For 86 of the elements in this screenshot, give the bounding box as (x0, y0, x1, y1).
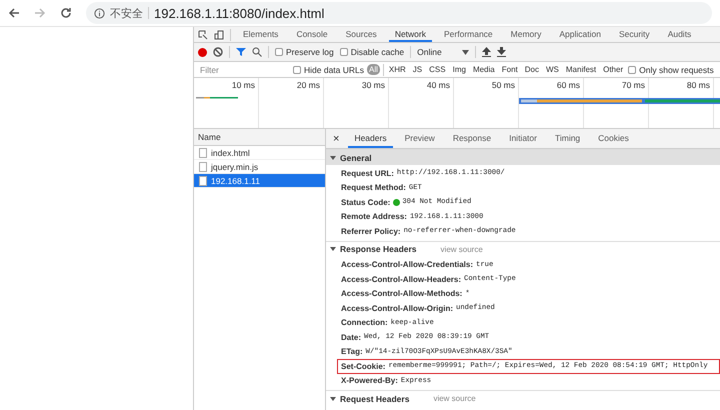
header-name: Access-Control-Allow-Methods: (341, 289, 462, 298)
header-name: Set-Cookie: (341, 362, 386, 371)
type-filter[interactable]: CSS (427, 64, 448, 75)
detail-tab[interactable]: Initiator (503, 129, 543, 148)
tick-label: 60 ms (556, 80, 580, 90)
devtools-tab[interactable]: Performance (438, 27, 499, 42)
header-name: Access-Control-Allow-Origin: (341, 304, 454, 313)
section-title: Response Headers (340, 244, 417, 254)
tick-label: 20 ms (296, 80, 320, 90)
detail-tab[interactable]: Cookies (592, 129, 635, 148)
view-source-link[interactable]: view source (433, 394, 476, 403)
detail-tab[interactable]: Response (446, 129, 498, 148)
tick-label: 80 ms (686, 80, 710, 90)
checkbox[interactable] (628, 66, 636, 74)
devtools-tab[interactable]: Audits (662, 27, 698, 42)
type-filter[interactable]: Media (470, 64, 497, 75)
header-name: Access-Control-Allow-Headers: (341, 274, 462, 284)
throttling-dropdown[interactable]: Online (417, 47, 442, 57)
devtools-tab[interactable]: Sources (340, 27, 383, 42)
header-name: Status Code: (341, 198, 390, 207)
close-button[interactable]: × (330, 132, 342, 144)
detail-tab[interactable]: Timing (548, 129, 586, 148)
filter-icon[interactable] (236, 47, 246, 57)
section-header[interactable]: General (326, 149, 720, 165)
caret-icon[interactable] (330, 247, 336, 251)
disable-cache-label: Disable cache (350, 47, 404, 57)
type-filter[interactable]: Font (500, 64, 520, 75)
view-source-link[interactable]: view source (440, 244, 483, 254)
tick-label: 50 ms (492, 80, 515, 90)
tick-label: 70 ms (622, 80, 645, 90)
hide-data-urls-label: Hide data URLs (304, 64, 364, 74)
type-filter[interactable]: Other (601, 64, 626, 75)
section-title: General (340, 152, 372, 162)
devtools-tab[interactable]: Application (553, 27, 607, 42)
header-name: Referrer Policy: (341, 226, 401, 236)
header-name: X-Powered-By: (341, 376, 398, 386)
devtools-tab[interactable]: Memory (504, 27, 548, 42)
header-name: Access-Control-Allow-Credentials: (341, 260, 474, 270)
detail-tab[interactable]: Preview (398, 129, 441, 148)
type-filter[interactable]: Manifest (564, 64, 598, 75)
address-bar[interactable]: 不安全 192.168.1.11:8080/index.html (86, 2, 712, 24)
tick-label: 10 ms (232, 80, 255, 90)
tick-label: 40 ms (426, 80, 450, 90)
clear-icon[interactable] (213, 47, 223, 57)
url-text: 192.168.1.11:8080/index.html (154, 6, 324, 20)
reload-icon[interactable] (60, 7, 72, 19)
name-column-header: Name (198, 132, 221, 142)
only-show-requests-label: Only show requests (639, 64, 714, 74)
caret-icon[interactable] (330, 156, 336, 160)
devtools-tab[interactable]: Elements (237, 27, 284, 42)
security-label: 不安全 (110, 6, 143, 20)
caret-icon[interactable] (462, 50, 469, 54)
section-title: Request Headers (340, 394, 410, 404)
type-filter[interactable]: JS (410, 64, 424, 75)
devtools-tab[interactable]: Console (290, 27, 334, 42)
devtools-tab[interactable]: Security (612, 27, 656, 42)
checkbox[interactable] (340, 48, 348, 56)
header-name: Remote Address: (341, 212, 407, 222)
type-filter[interactable]: XHR (386, 64, 408, 75)
filter-input[interactable]: Filter (198, 62, 290, 76)
request-row[interactable]: jquery.min.js (194, 160, 325, 174)
inspect-icon[interactable] (198, 30, 208, 40)
header-name: Request URL: (341, 168, 394, 178)
header-name: Connection: (341, 318, 388, 328)
header-name: ETag: (341, 347, 363, 356)
back-arrow-icon[interactable] (8, 7, 20, 19)
checkbox[interactable] (275, 48, 283, 56)
upload-icon[interactable] (482, 47, 491, 57)
header-name: Request Method: (341, 183, 406, 192)
download-icon[interactable] (496, 47, 506, 57)
info-icon (94, 8, 105, 18)
section-header[interactable]: Response Headers view source (326, 240, 720, 256)
search-icon[interactable] (252, 47, 262, 57)
section-header[interactable]: Request Headers view source (326, 390, 720, 406)
device-icon[interactable] (214, 30, 224, 40)
request-row[interactable]: 192.168.1.11 (194, 174, 325, 188)
caret-icon[interactable] (330, 396, 336, 400)
request-row[interactable]: index.html (194, 146, 325, 160)
record-button[interactable] (198, 48, 207, 56)
preserve-log-label: Preserve log (286, 47, 334, 57)
tick-label: 30 ms (362, 80, 385, 90)
checkbox[interactable] (293, 66, 301, 74)
type-filter[interactable]: WS (544, 64, 561, 75)
type-filter[interactable]: Doc (522, 64, 541, 75)
header-name: Date: (341, 332, 362, 342)
type-filter[interactable]: Img (450, 64, 468, 75)
